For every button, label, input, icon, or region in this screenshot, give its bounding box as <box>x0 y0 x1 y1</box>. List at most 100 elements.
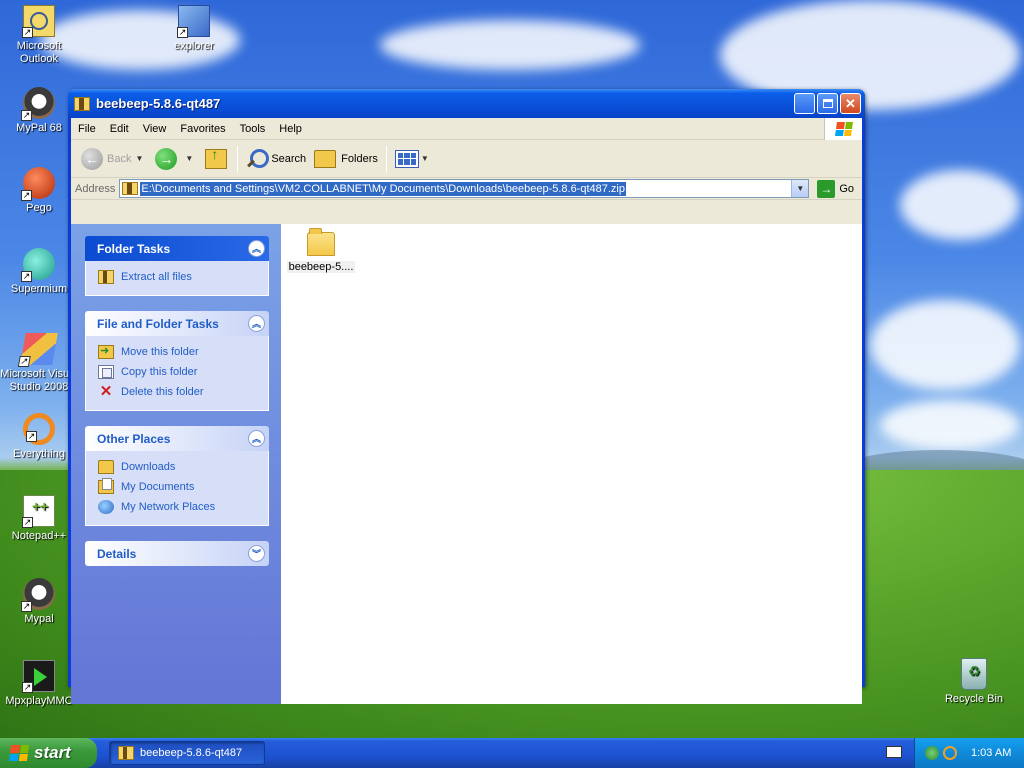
toolbar: ← Back ▼ → ▼ Search Folders <box>71 140 862 178</box>
search-label: Search <box>271 152 307 165</box>
move-folder-icon <box>98 344 114 359</box>
place-my-network-places[interactable]: My Network Places <box>98 497 258 517</box>
toolbar-separator <box>237 145 239 172</box>
close-button[interactable]: ✕ <box>840 93 861 114</box>
up-folder-icon <box>205 146 228 169</box>
place-label: My Network Places <box>121 501 216 513</box>
views-icon <box>394 149 419 168</box>
zip-folder-icon <box>74 96 90 111</box>
other-places-header[interactable]: Other Places ︽ <box>85 426 269 451</box>
desktop-icon-label: Recycle Bin <box>944 693 1004 705</box>
maximize-button[interactable] <box>817 93 838 114</box>
task-copy-this-folder[interactable]: Copy this folder <box>98 362 258 382</box>
details-header[interactable]: Details ︾ <box>85 541 269 566</box>
windows-flag-icon <box>8 745 30 761</box>
folder-tasks-title: Folder Tasks <box>97 241 171 256</box>
visual-studio-icon: ↗ <box>17 333 58 367</box>
menu-file[interactable]: File <box>71 123 103 135</box>
address-dropdown-icon[interactable]: ▼ <box>791 180 809 197</box>
system-tray: 1:03 AM <box>914 738 1024 768</box>
file-folder-tasks-header[interactable]: File and Folder Tasks ︽ <box>85 311 269 336</box>
mypal-icon: ↗ <box>21 578 55 612</box>
zip-folder-icon <box>98 270 114 284</box>
clock[interactable]: 1:03 AM <box>971 747 1011 759</box>
recycle-bin-icon: ♻ <box>961 658 987 690</box>
start-button[interactable]: start <box>0 738 97 768</box>
task-label: Delete this folder <box>121 386 204 398</box>
close-icon: ✕ <box>845 95 856 111</box>
file-folder-tasks-title: File and Folder Tasks <box>97 316 219 331</box>
details-title: Details <box>97 546 137 561</box>
taskbar-window-button[interactable]: beebeep-5.8.6-qt487 <box>109 741 265 765</box>
cloud <box>870 300 1020 390</box>
search-button[interactable]: Search <box>242 144 310 174</box>
desktop-icon-explorer[interactable]: ↗ explorer <box>154 5 234 53</box>
desktop-icon-outlook[interactable]: ↗ Microsoft Outlook <box>0 5 79 66</box>
back-arrow-icon: ← <box>81 147 103 170</box>
back-label: Back <box>107 152 132 165</box>
windows-logo <box>824 118 862 140</box>
copy-icon <box>98 365 114 379</box>
file-item-label: beebeep-5.... <box>286 261 356 273</box>
back-button[interactable]: ← Back ▼ <box>77 144 151 174</box>
menu-tools[interactable]: Tools <box>233 123 273 135</box>
file-folder-tasks-body: Move this folder Copy this folder ✕ Dele… <box>85 336 269 411</box>
keyboard-icon[interactable] <box>886 746 902 758</box>
cloud <box>880 400 1020 450</box>
back-dropdown-icon[interactable]: ▼ <box>135 154 143 163</box>
folder-tasks-body: Extract all files <box>85 261 269 296</box>
folders-icon <box>314 149 337 168</box>
up-button[interactable] <box>201 144 233 174</box>
chevron-up-icon[interactable]: ︽ <box>248 430 265 447</box>
folder-icon <box>98 460 114 474</box>
folders-button[interactable]: Folders <box>310 144 382 174</box>
menu-edit[interactable]: Edit <box>103 123 136 135</box>
chevron-up-icon[interactable]: ︽ <box>248 240 265 257</box>
everything-icon: ↗ <box>23 413 55 445</box>
other-places-panel: Other Places ︽ Downloads My Documents My… <box>85 426 269 526</box>
folder-icon <box>307 228 335 256</box>
start-label: start <box>34 743 71 762</box>
window-title: beebeep-5.8.6-qt487 <box>96 96 221 111</box>
task-delete-this-folder[interactable]: ✕ Delete this folder <box>98 382 258 402</box>
desktop-icon-label: MpxplayMMC <box>5 695 73 707</box>
desktop-icon-label: Notepad++ <box>11 530 67 542</box>
desktop-icon-label: MyPal 68 <box>16 122 62 134</box>
file-list-view[interactable]: beebeep-5.... <box>281 224 862 704</box>
network-icon <box>98 500 114 514</box>
address-value[interactable]: E:\Documents and Settings\VM2.COLLABNET\… <box>140 181 626 196</box>
pego-icon: ↗ <box>21 167 55 201</box>
forward-button[interactable]: → ▼ <box>151 144 201 174</box>
place-downloads[interactable]: Downloads <box>98 457 258 477</box>
menu-help[interactable]: Help <box>272 123 309 135</box>
desktop-icon-label: Microsoft Outlook <box>16 40 62 65</box>
minimize-button[interactable]: _ <box>794 93 815 115</box>
menu-view[interactable]: View <box>136 123 174 135</box>
details-panel: Details ︾ <box>85 541 269 566</box>
cloud <box>900 170 1020 240</box>
go-button[interactable]: → Go <box>813 179 858 198</box>
network-tray-icon[interactable] <box>925 746 939 760</box>
notepad-plus-icon: ++ ↗ <box>22 495 55 528</box>
desktop-icon-recycle-bin[interactable]: ♻ Recycle Bin <box>934 658 1014 706</box>
address-label: Address <box>75 182 116 195</box>
chevron-up-icon[interactable]: ︽ <box>248 315 265 332</box>
menu-favorites[interactable]: Favorites <box>173 123 232 135</box>
chevron-down-icon[interactable]: ︾ <box>248 545 265 562</box>
place-my-documents[interactable]: My Documents <box>98 477 258 497</box>
forward-dropdown-icon[interactable]: ▼ <box>185 154 193 163</box>
task-move-this-folder[interactable]: Move this folder <box>98 342 258 362</box>
windows-flag-icon <box>834 122 853 136</box>
task-pane: Folder Tasks ︽ Extract all files File an… <box>71 224 281 704</box>
file-item-folder[interactable]: beebeep-5.... <box>286 228 356 273</box>
desktop-icon-label: Everything <box>13 448 65 460</box>
address-input[interactable]: E:\Documents and Settings\VM2.COLLABNET\… <box>119 179 810 198</box>
folder-tasks-header[interactable]: Folder Tasks ︽ <box>85 236 269 261</box>
task-extract-all-files[interactable]: Extract all files <box>98 267 258 287</box>
folder-tasks-panel: Folder Tasks ︽ Extract all files <box>85 236 269 296</box>
everything-tray-icon[interactable] <box>943 746 957 760</box>
views-button[interactable]: ▼ <box>391 144 437 174</box>
title-bar[interactable]: beebeep-5.8.6-qt487 _ ✕ <box>68 89 865 118</box>
explorer-window[interactable]: beebeep-5.8.6-qt487 _ ✕ File Edit View F… <box>68 89 865 704</box>
other-places-body: Downloads My Documents My Network Places <box>85 451 269 526</box>
